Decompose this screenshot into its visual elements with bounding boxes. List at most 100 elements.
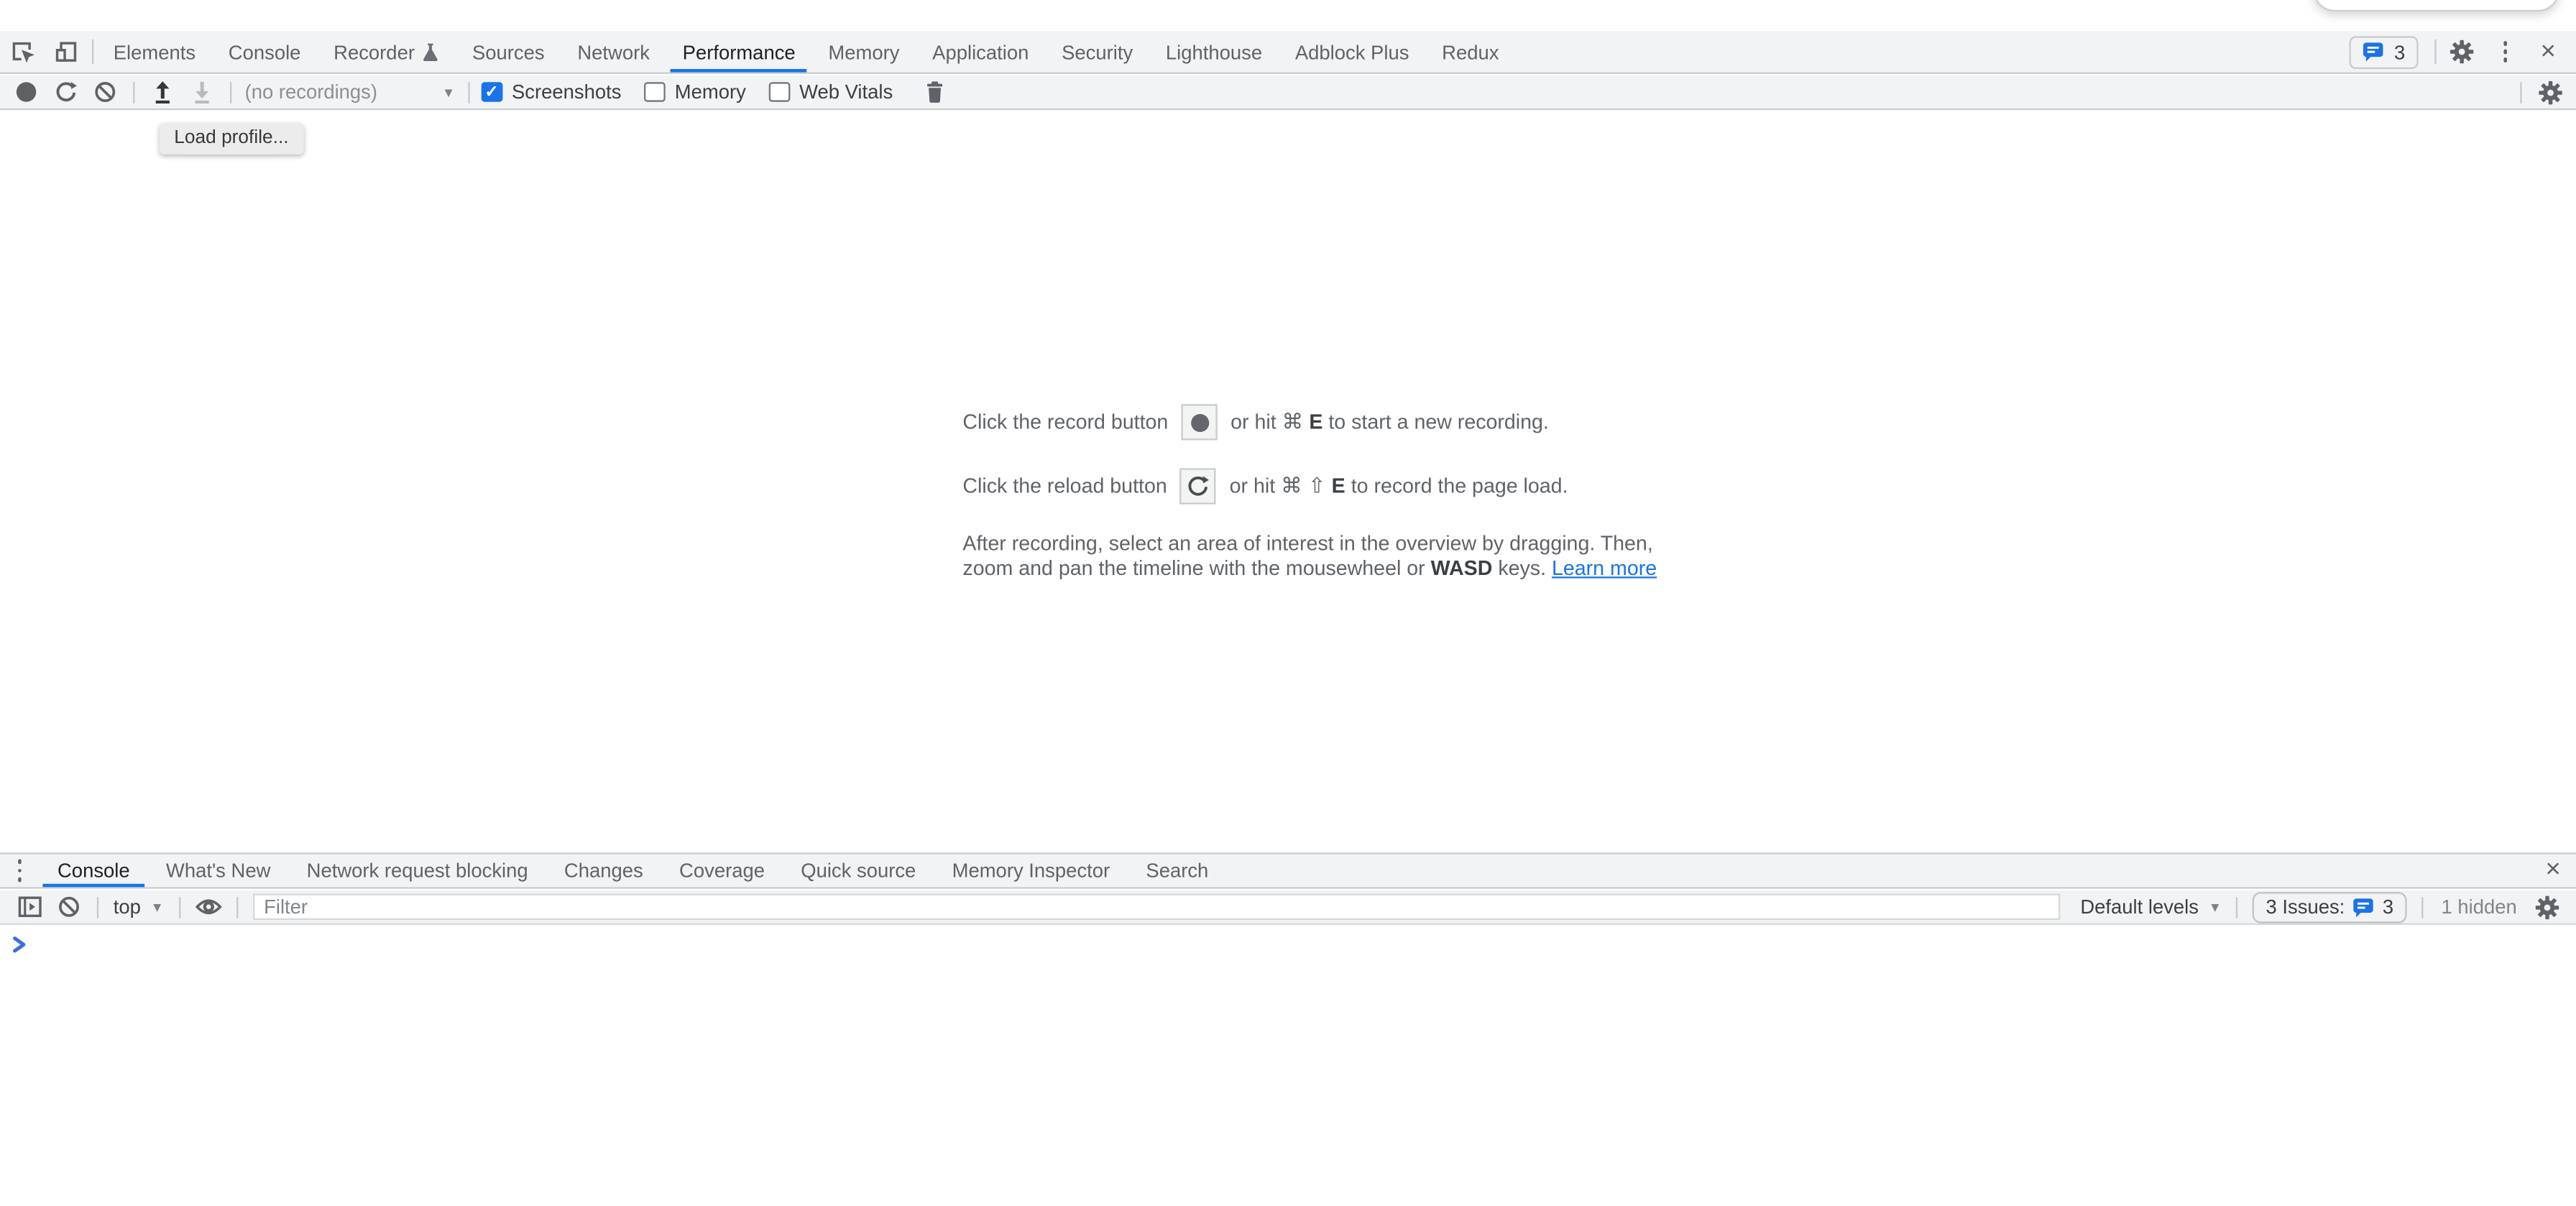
gear-icon	[2450, 40, 2474, 64]
tab-lighthouse[interactable]: Lighthouse	[1149, 31, 1279, 72]
tab-label: Redux	[1442, 40, 1499, 63]
issues-count: 3	[2383, 896, 2393, 919]
settings-button[interactable]	[2439, 40, 2484, 64]
eye-icon	[195, 897, 221, 916]
javascript-context-select[interactable]: top ▼	[107, 896, 170, 919]
inspect-cursor-icon	[10, 40, 34, 64]
clear-recordings-button[interactable]	[86, 76, 125, 107]
record-button-illustration[interactable]	[1182, 404, 1218, 440]
tab-label: What's New	[166, 859, 270, 882]
tab-label: Network request blocking	[307, 859, 528, 882]
console-settings-button[interactable]	[2526, 891, 2566, 922]
learn-more-link[interactable]: Learn more	[1552, 556, 1657, 579]
create-live-expression-button[interactable]	[188, 891, 228, 922]
capture-settings-button[interactable]	[2530, 76, 2570, 107]
recordings-select-value: (no recordings)	[245, 80, 377, 103]
console-messages-area[interactable]	[0, 926, 2576, 1206]
tab-label: Console	[58, 859, 130, 882]
tab-security[interactable]: Security	[1045, 31, 1149, 72]
recordings-select[interactable]: (no recordings) ▼	[240, 80, 460, 103]
console-filter-input[interactable]	[252, 893, 2061, 920]
tab-network[interactable]: Network	[561, 31, 666, 72]
drawer-tab-whats-new[interactable]: What's New	[148, 855, 289, 888]
context-value: top	[114, 896, 141, 919]
tab-label: Network	[577, 40, 650, 63]
tab-console[interactable]: Console	[212, 31, 317, 72]
wasd-keys-text: WASD	[1431, 556, 1493, 579]
tab-label: Performance	[683, 40, 796, 63]
checkbox-checked-icon: ✓	[482, 82, 502, 103]
tab-redux[interactable]: Redux	[1425, 31, 1515, 72]
drawer-tab-quick-source[interactable]: Quick source	[783, 855, 934, 888]
drawer-more-tools-button[interactable]	[0, 855, 40, 888]
cmd-key: ⌘	[1281, 473, 1302, 497]
shift-key: ⇧	[1308, 473, 1326, 497]
experiment-flask-icon	[423, 42, 439, 61]
issues-button[interactable]: 3	[2350, 35, 2418, 68]
toggle-device-toolbar-button[interactable]	[45, 31, 89, 72]
memory-checkbox[interactable]: Memory	[644, 80, 745, 103]
close-devtools-button[interactable]: ×	[2526, 39, 2569, 65]
console-issues-button[interactable]: 3 Issues: 3	[2253, 891, 2406, 922]
show-console-sidebar-button[interactable]	[10, 891, 50, 922]
drawer-tab-network-request-blocking[interactable]: Network request blocking	[289, 855, 546, 888]
close-drawer-button[interactable]: ×	[2530, 855, 2576, 888]
save-profile-button[interactable]	[183, 76, 222, 107]
screenshots-checkbox[interactable]: ✓ Screenshots	[482, 80, 622, 103]
inspect-element-button[interactable]	[0, 31, 45, 72]
drawer-tab-changes[interactable]: Changes	[546, 855, 661, 888]
garbage-collect-button[interactable]	[916, 76, 955, 107]
drawer-tab-coverage[interactable]: Coverage	[661, 855, 783, 888]
tab-performance[interactable]: Performance	[666, 31, 812, 72]
cmd-key: ⌘	[1282, 409, 1304, 433]
drawer-tab-search[interactable]: Search	[1128, 855, 1226, 888]
trash-icon	[926, 80, 945, 103]
tabbar-right-controls: 3	[2350, 31, 2576, 72]
web-vitals-checkbox[interactable]: Web Vitals	[769, 80, 893, 103]
tab-elements[interactable]: Elements	[97, 31, 212, 72]
hint-text: keys.	[1498, 556, 1546, 579]
reload-and-record-button[interactable]	[46, 76, 86, 107]
tab-application[interactable]: Application	[916, 31, 1045, 72]
clear-console-button[interactable]	[50, 891, 89, 922]
checkbox-unchecked-icon	[769, 82, 790, 103]
hint-text: After recording, select an area of inter…	[962, 533, 1652, 556]
tab-label: Search	[1146, 859, 1208, 882]
hint-text: Click the record button	[962, 410, 1168, 433]
tab-memory[interactable]: Memory	[812, 31, 916, 72]
tab-label: Sources	[472, 40, 545, 63]
tab-adblock-plus[interactable]: Adblock Plus	[1279, 31, 1425, 72]
e-key: E	[1309, 410, 1322, 433]
checkbox-label: Web Vitals	[799, 80, 893, 103]
issues-bubble-icon	[2363, 41, 2385, 63]
tab-sources[interactable]: Sources	[456, 31, 561, 72]
tab-label: Console	[229, 40, 301, 63]
load-profile-button[interactable]	[143, 76, 183, 107]
tab-label: Recorder	[334, 40, 415, 63]
more-options-button[interactable]	[2484, 41, 2526, 63]
browser-strip	[0, 0, 2576, 31]
download-icon	[190, 80, 213, 104]
log-levels-select[interactable]: Default levels ▼	[2074, 896, 2228, 919]
hint-text: or hit ⌘ ⇧ E to record the page load.	[1230, 473, 1568, 500]
tab-label: Memory	[828, 40, 899, 63]
tab-recorder[interactable]: Recorder	[317, 31, 456, 72]
divider	[97, 896, 98, 918]
divider	[178, 896, 180, 918]
usage-hint-paragraph: After recording, select an area of inter…	[962, 533, 1657, 581]
drawer-tab-console[interactable]: Console	[40, 855, 148, 888]
divider	[2434, 40, 2436, 64]
devtools-tabbar: Elements Console Recorder Sources Networ…	[0, 31, 2576, 73]
tab-label: Changes	[564, 859, 643, 882]
hidden-messages-count: 1 hidden	[2441, 896, 2516, 919]
tab-label: Quick source	[801, 859, 916, 882]
drawer-tab-memory-inspector[interactable]: Memory Inspector	[934, 855, 1128, 888]
performance-toolbar: (no recordings) ▼ ✓ Screenshots Memory W…	[0, 75, 2576, 110]
record-icon	[17, 82, 36, 101]
chevron-down-icon: ▼	[442, 85, 455, 100]
checkbox-label: Screenshots	[512, 80, 621, 103]
divider	[230, 81, 231, 103]
reload-button-illustration[interactable]	[1180, 468, 1216, 504]
block-icon	[93, 80, 116, 103]
record-button[interactable]	[6, 76, 46, 107]
